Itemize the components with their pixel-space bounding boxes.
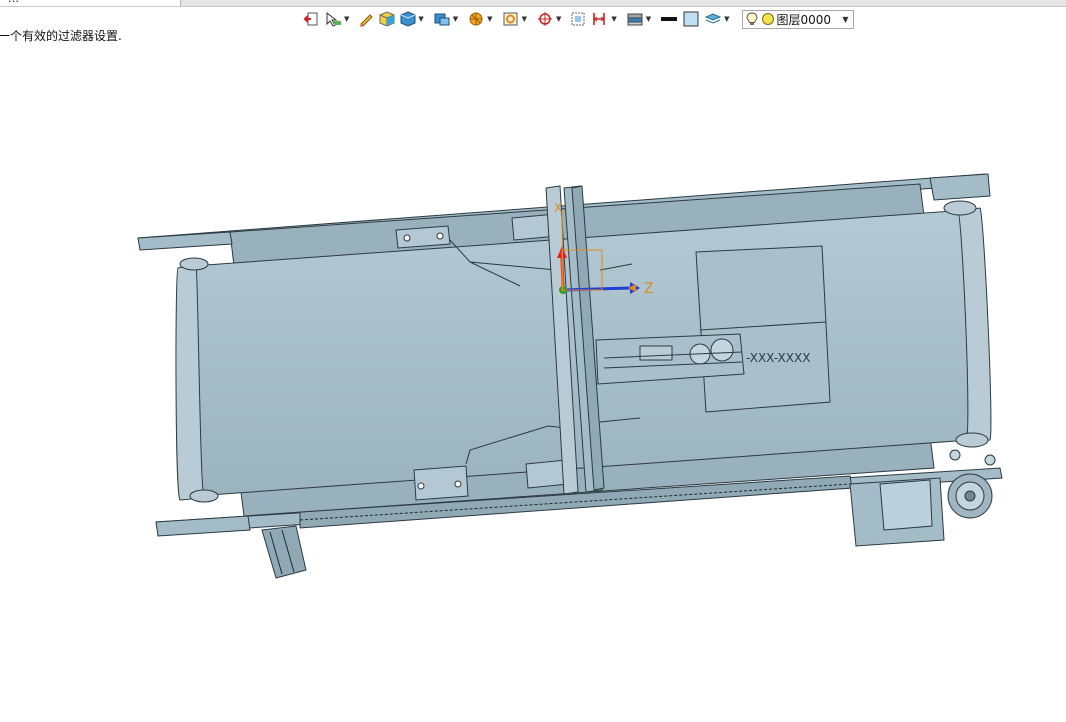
chevron-down-icon[interactable]: ▼ bbox=[556, 15, 561, 23]
dimension-icon[interactable]: ▼ bbox=[590, 9, 621, 29]
model-viewport[interactable]: -XXX-XXXX Z X bbox=[0, 40, 1066, 722]
chevron-down-icon[interactable]: ▼ bbox=[487, 15, 492, 23]
layer-select[interactable]: 图层0000 ▼ bbox=[741, 9, 854, 29]
view-orient-icon[interactable]: ▼ bbox=[466, 9, 497, 29]
work-plane-icon[interactable] bbox=[569, 9, 587, 29]
pencil-icon[interactable] bbox=[357, 9, 375, 29]
layer-manager-icon[interactable]: ▼ bbox=[625, 9, 656, 29]
chevron-down-icon[interactable]: ▼ bbox=[842, 15, 848, 24]
line-weight-icon[interactable] bbox=[659, 9, 679, 29]
chevron-down-icon[interactable]: ▼ bbox=[522, 15, 527, 23]
fit-view-icon[interactable]: ▼ bbox=[501, 9, 532, 29]
layer-stack-icon[interactable]: ▼ bbox=[703, 9, 734, 29]
layer-select-value: 图层0000 bbox=[776, 12, 832, 27]
solid-cube-icon[interactable] bbox=[378, 9, 396, 29]
chevron-down-icon[interactable]: ▼ bbox=[453, 15, 458, 23]
part-number-label: -XXX-XXXX bbox=[746, 351, 810, 365]
axis-z-label: Z bbox=[644, 281, 654, 297]
top-tab-strip: … bbox=[0, 0, 1066, 7]
lightbulb-icon[interactable] bbox=[746, 12, 758, 26]
shaded-view-icon[interactable]: ▼ bbox=[399, 9, 428, 29]
chevron-down-icon[interactable]: ▼ bbox=[646, 15, 651, 23]
axis-x-label: X bbox=[554, 201, 562, 215]
chevron-down-icon[interactable]: ▼ bbox=[344, 15, 349, 23]
left-support-foot bbox=[261, 525, 307, 579]
exit-icon[interactable] bbox=[302, 9, 320, 29]
chevron-down-icon[interactable]: ▼ bbox=[611, 15, 616, 23]
snap-point-icon[interactable]: ▼ bbox=[535, 9, 566, 29]
layer-color-dot-icon[interactable] bbox=[761, 12, 775, 26]
view-toolbar: ▼ ▼ ▼ ▼ ▼ ▼ ▼ ▼ ▼ 图层0000 ▼ bbox=[302, 8, 854, 30]
conveyor-model[interactable] bbox=[137, 173, 1003, 579]
document-tab-label: … bbox=[8, 0, 19, 5]
render-mode-icon[interactable]: ▼ bbox=[432, 9, 463, 29]
select-filter-icon[interactable]: ▼ bbox=[323, 9, 354, 29]
color-swatch-icon[interactable] bbox=[682, 9, 700, 29]
document-tab[interactable]: … bbox=[0, 0, 181, 6]
chevron-down-icon[interactable]: ▼ bbox=[418, 15, 423, 23]
chevron-down-icon[interactable]: ▼ bbox=[724, 15, 729, 23]
